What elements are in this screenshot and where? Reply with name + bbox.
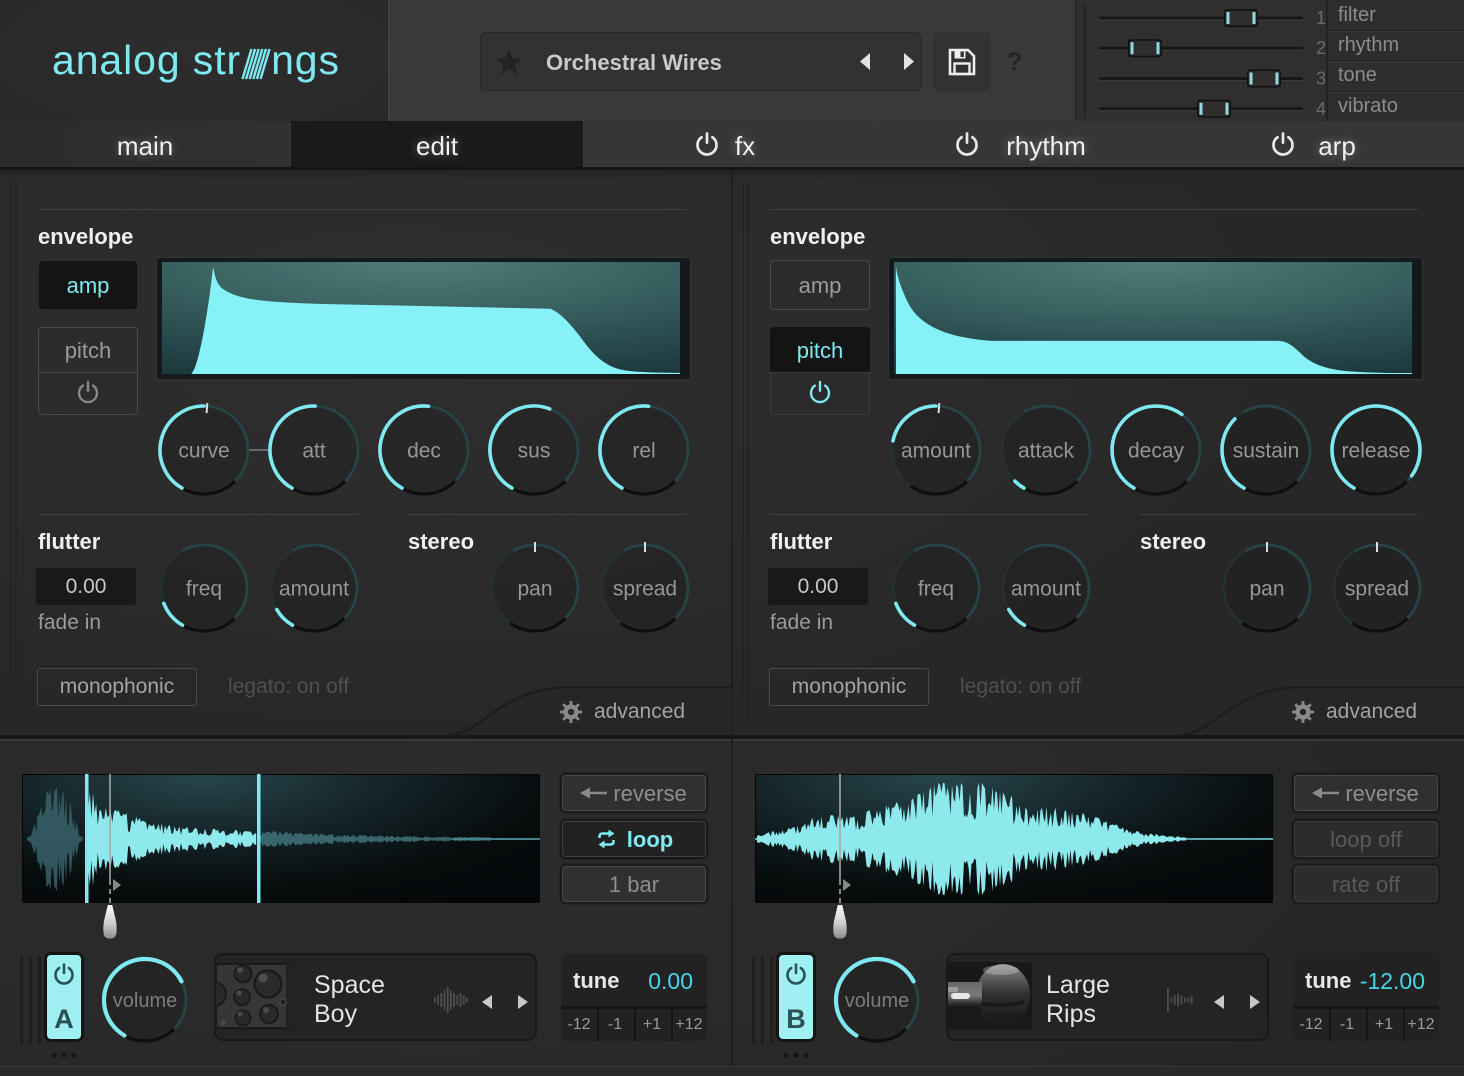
svg-text:freq: freq [918, 577, 954, 600]
svg-text:release: release [1342, 439, 1411, 462]
svg-text:decay: decay [1128, 439, 1185, 462]
svg-text:volume: volume [845, 990, 909, 1012]
svg-text:rel: rel [632, 439, 655, 462]
svg-text:3: 3 [1316, 69, 1326, 89]
svg-text:4: 4 [1316, 99, 1326, 119]
svg-text:freq: freq [186, 577, 222, 600]
svg-text:A: A [54, 1004, 74, 1034]
svg-text:1: 1 [1316, 8, 1326, 28]
svg-text:sus: sus [518, 439, 551, 462]
svg-text:sustain: sustain [1233, 439, 1300, 462]
svg-text:2: 2 [1316, 38, 1326, 58]
svg-text:spread: spread [613, 577, 677, 600]
svg-text:B: B [786, 1004, 806, 1034]
svg-text:volume: volume [113, 990, 177, 1012]
svg-text:att: att [302, 439, 326, 462]
svg-text:dec: dec [407, 439, 441, 462]
svg-text:attack: attack [1018, 439, 1075, 462]
svg-text:spread: spread [1345, 577, 1409, 600]
svg-text:pan: pan [517, 577, 552, 600]
svg-text:amount: amount [1011, 577, 1081, 600]
svg-text:pan: pan [1249, 577, 1284, 600]
svg-text:amount: amount [279, 577, 349, 600]
svg-text:curve: curve [178, 439, 229, 462]
svg-text:amount: amount [901, 439, 971, 462]
